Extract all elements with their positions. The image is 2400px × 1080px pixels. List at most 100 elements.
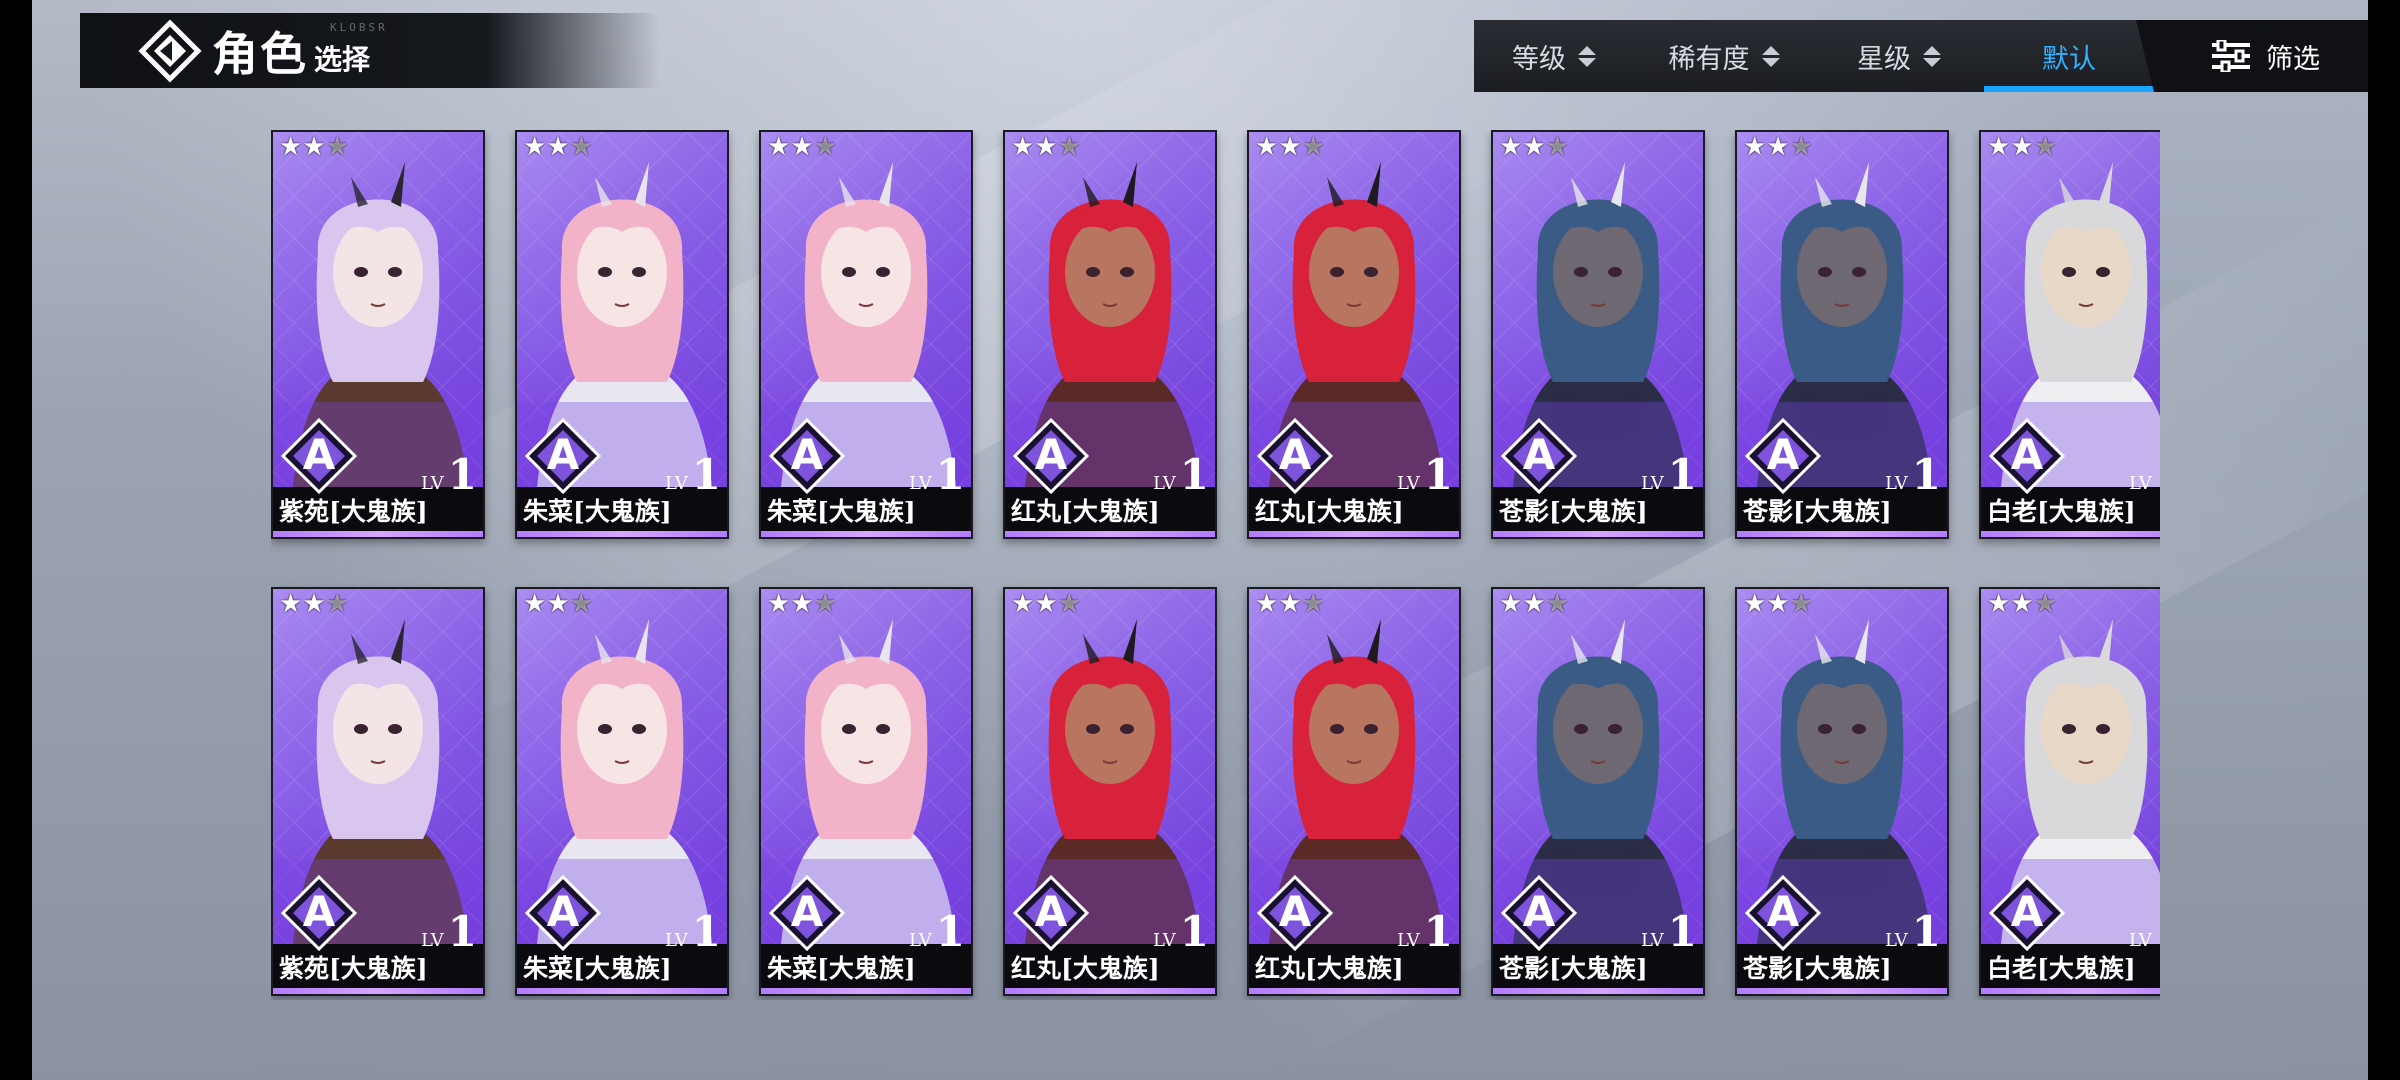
level-display: LV1 bbox=[421, 450, 477, 499]
character-card[interactable]: ★ ★ ★ A LV 1 苍影[大鬼族] bbox=[1735, 130, 1949, 539]
level-label: LV bbox=[1884, 473, 1908, 494]
rank-letter: A bbox=[546, 430, 580, 479]
title-decoration-text: KLOBSR bbox=[330, 21, 388, 34]
star-rating: ★ ★ ★ bbox=[1499, 591, 1569, 617]
level-label: LV bbox=[420, 930, 444, 951]
rank-letter: A bbox=[1278, 887, 1312, 936]
rank-badge-icon: A bbox=[523, 416, 603, 496]
star-rating: ★ ★ ★ bbox=[523, 591, 593, 617]
star-icon: ★ bbox=[1743, 589, 1767, 619]
card-underline bbox=[1981, 531, 2160, 537]
character-card[interactable]: ★★★ ALV1白老[大鬼族] bbox=[1979, 130, 2160, 539]
star-rating: ★ ★ ★ bbox=[1011, 134, 1081, 160]
game-screen: KLOBSR 角色 选择 等级 稀有度 星级 默认 筛选 ★ ★ ★ A LV … bbox=[0, 0, 2400, 1080]
star-icon: ★ bbox=[523, 589, 547, 619]
star-icon: ★ bbox=[1766, 589, 1790, 619]
rank-letter: A bbox=[1522, 887, 1556, 936]
character-name: 苍影[大鬼族] bbox=[1499, 954, 1648, 983]
star-rating: ★ ★ ★ bbox=[1255, 134, 1325, 160]
level-value: 1 bbox=[1911, 907, 1941, 956]
level-value: 1 bbox=[935, 450, 965, 499]
rank-letter: A bbox=[1766, 430, 1800, 479]
character-card[interactable]: ★ ★ ★ A LV 1 朱菜[大鬼族] bbox=[515, 587, 729, 996]
rank-badge-icon: A bbox=[1987, 416, 2067, 496]
star-icon: ★ bbox=[1545, 132, 1569, 162]
level-display: LV1 bbox=[665, 907, 721, 956]
star-icon: ★ bbox=[1011, 132, 1035, 162]
sort-tab-label: 稀有度 bbox=[1668, 43, 1750, 75]
level-display: LV1 bbox=[909, 450, 965, 499]
character-card[interactable]: ★ ★ ★ A LV 1 紫苑[大鬼族] bbox=[271, 587, 485, 996]
level-value: 1 bbox=[1423, 450, 1453, 499]
star-rating: ★ ★ ★ bbox=[767, 134, 837, 160]
star-icon: ★ bbox=[1057, 589, 1081, 619]
level-value: 1 bbox=[1179, 450, 1209, 499]
character-card[interactable]: ★ ★ ★ A LV 1 红丸[大鬼族] bbox=[1247, 587, 1461, 996]
star-rating: ★ ★ ★ bbox=[1987, 134, 2057, 160]
card-underline bbox=[1737, 988, 1947, 994]
character-card[interactable]: ★ ★ ★ A LV 1 朱菜[大鬼族] bbox=[515, 130, 729, 539]
star-rating: ★ ★ ★ bbox=[279, 134, 349, 160]
level-label: LV bbox=[1396, 473, 1420, 494]
character-card[interactable]: ★ ★ ★ A LV 1 苍影[大鬼族] bbox=[1491, 130, 1705, 539]
character-name: 朱菜[大鬼族] bbox=[523, 497, 672, 526]
character-name: 红丸[大鬼族] bbox=[1255, 497, 1404, 526]
sort-tab-rarity[interactable]: 稀有度 bbox=[1634, 20, 1814, 92]
character-card[interactable]: ★ ★ ★ A LV 1 红丸[大鬼族] bbox=[1003, 130, 1217, 539]
level-value: 1 bbox=[2156, 450, 2160, 499]
star-icon: ★ bbox=[325, 132, 349, 162]
sort-tab-default[interactable]: 默认 bbox=[1984, 20, 2154, 92]
level-value: 1 bbox=[935, 907, 965, 956]
star-icon: ★ bbox=[1301, 589, 1325, 619]
level-value: 1 bbox=[447, 907, 477, 956]
level-label: LV bbox=[2128, 473, 2152, 494]
character-card[interactable]: ★ ★ ★ A LV 1 苍影[大鬼族] bbox=[1735, 587, 1949, 996]
card-underline bbox=[1249, 988, 1459, 994]
star-icon: ★ bbox=[1255, 132, 1279, 162]
star-icon: ★ bbox=[1011, 589, 1035, 619]
sort-bar: 等级 稀有度 星级 默认 bbox=[1474, 20, 2154, 92]
level-display: LV1 bbox=[1153, 907, 1209, 956]
star-rating: ★ ★ ★ bbox=[279, 591, 349, 617]
level-display: LV1 bbox=[1641, 907, 1697, 956]
rank-badge-icon: A bbox=[279, 416, 359, 496]
level-display: LV1 bbox=[1885, 907, 1941, 956]
sort-tab-star[interactable]: 星级 bbox=[1814, 20, 1984, 92]
page-subtitle: 选择 bbox=[314, 42, 371, 76]
sort-tab-label: 星级 bbox=[1857, 43, 1911, 75]
level-label: LV bbox=[1640, 930, 1664, 951]
character-name: 红丸[大鬼族] bbox=[1011, 497, 1160, 526]
star-icon: ★ bbox=[279, 132, 303, 162]
character-card[interactable]: ★★★ ALV1白老[大鬼族] bbox=[1979, 587, 2160, 996]
character-card[interactable]: ★ ★ ★ A LV 1 苍影[大鬼族] bbox=[1491, 587, 1705, 996]
character-card[interactable]: ★ ★ ★ A LV 1 朱菜[大鬼族] bbox=[759, 587, 973, 996]
level-label: LV bbox=[908, 473, 932, 494]
star-icon: ★ bbox=[546, 132, 570, 162]
level-value: 1 bbox=[1667, 907, 1697, 956]
level-display: LV1 bbox=[1153, 450, 1209, 499]
character-card[interactable]: ★ ★ ★ A LV 1 红丸[大鬼族] bbox=[1003, 587, 1217, 996]
character-card[interactable]: ★ ★ ★ A LV 1 红丸[大鬼族] bbox=[1247, 130, 1461, 539]
character-name: 白老[大鬼族] bbox=[1987, 954, 2136, 983]
rank-letter: A bbox=[1034, 430, 1068, 479]
character-grid: ★ ★ ★ A LV 1 紫苑[大鬼族] ★ ★ ★ A LV 1 朱菜[大鬼族… bbox=[271, 130, 2160, 1000]
star-icon: ★ bbox=[1789, 589, 1813, 619]
filter-button[interactable]: 筛选 bbox=[2136, 20, 2368, 92]
star-icon: ★ bbox=[1499, 589, 1523, 619]
sort-arrows-icon bbox=[1578, 45, 1596, 67]
rank-badge-icon: A bbox=[767, 416, 847, 496]
character-card[interactable]: ★ ★ ★ A LV 1 紫苑[大鬼族] bbox=[271, 130, 485, 539]
filter-label: 筛选 bbox=[2266, 43, 2320, 75]
level-display: LV1 bbox=[1397, 907, 1453, 956]
level-value: 1 bbox=[1423, 907, 1453, 956]
character-name: 紫苑[大鬼族] bbox=[279, 954, 428, 983]
star-icon: ★ bbox=[813, 589, 837, 619]
rank-letter: A bbox=[1278, 430, 1312, 479]
back-diamond-icon[interactable] bbox=[138, 18, 202, 83]
star-icon: ★ bbox=[2010, 589, 2034, 619]
level-label: LV bbox=[1884, 930, 1908, 951]
star-icon: ★ bbox=[569, 589, 593, 619]
character-card[interactable]: ★ ★ ★ A LV 1 朱菜[大鬼族] bbox=[759, 130, 973, 539]
sort-tab-level[interactable]: 等级 bbox=[1474, 20, 1634, 92]
level-display: LV1 bbox=[665, 450, 721, 499]
